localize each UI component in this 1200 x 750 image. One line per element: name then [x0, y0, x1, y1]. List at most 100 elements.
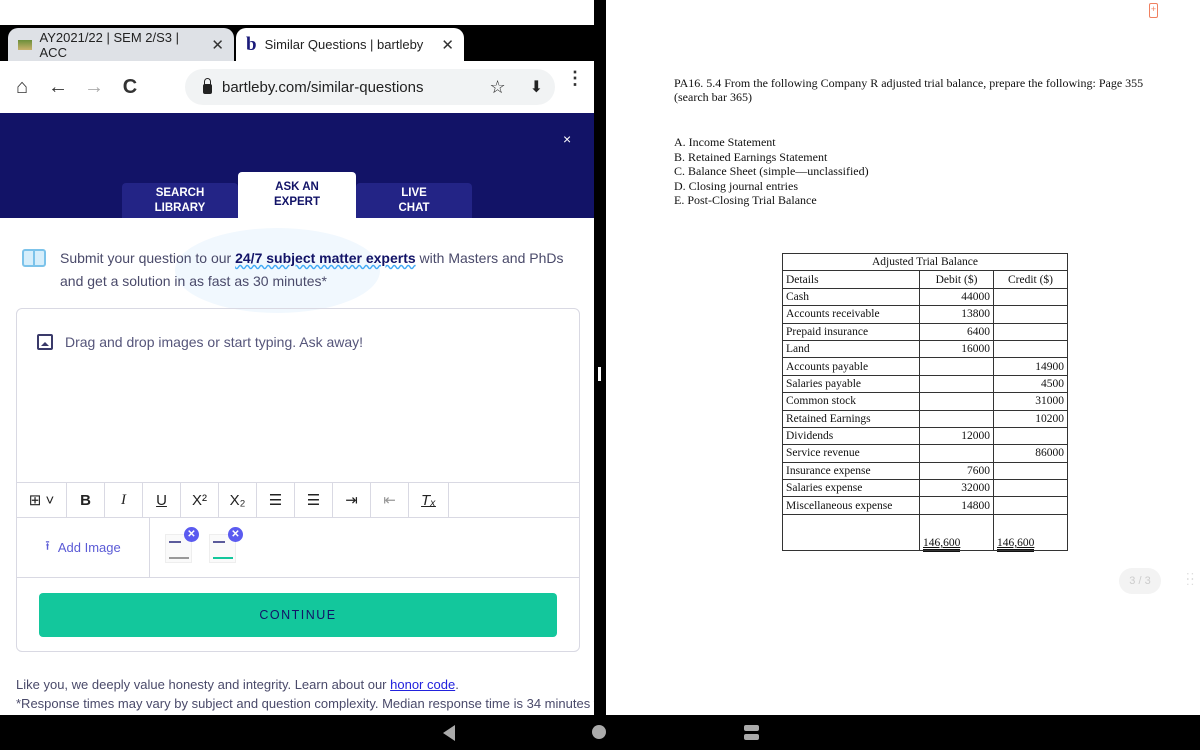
tab-ask-an-expert[interactable]: ASK AN EXPERT	[238, 172, 356, 218]
url-text: bartleby.com/similar-questions	[222, 78, 424, 96]
attachment-thumbnail[interactable]: ✕	[209, 527, 243, 563]
browser-toolbar: ⌂ ← → C bartleby.com/similar-questions ☆…	[0, 61, 594, 113]
outdent-button[interactable]: ⇤	[371, 483, 409, 517]
debit-cell: 14800	[919, 496, 994, 515]
intro-highlight: 24/7 subject matter experts	[235, 250, 416, 266]
tab-label: LIBRARY	[154, 201, 206, 214]
add-image-label: Add Image	[57, 540, 121, 555]
account-name: Prepaid insurance	[782, 322, 920, 341]
bulleted-list-button[interactable]: ☰	[257, 483, 295, 517]
upload-icon: ⭱	[45, 537, 50, 553]
close-tab-icon[interactable]: ✕	[441, 36, 454, 54]
debit-total-value: 146,600	[923, 536, 961, 552]
account-name: Cash	[782, 287, 920, 307]
debit-cell: 32000	[919, 479, 994, 498]
superscript-button[interactable]: X²	[181, 483, 219, 517]
table-row: Service revenue 86000	[782, 444, 1068, 463]
credit-cell: 10200	[993, 409, 1068, 428]
tab-label: CHAT	[398, 201, 430, 214]
bold-button[interactable]: B	[67, 483, 105, 517]
page-indicator: 3 / 3	[1119, 568, 1161, 594]
continue-button[interactable]: CONTINUE	[39, 593, 557, 637]
table-row: Common stock 31000	[782, 392, 1068, 411]
debit-total: 146,600	[919, 513, 994, 552]
credit-cell	[993, 426, 1068, 446]
underline-button[interactable]: U	[143, 483, 181, 517]
nav-home-icon[interactable]	[592, 725, 606, 739]
column-header: Credit ($)	[993, 270, 1068, 289]
bartleby-favicon-icon: b	[246, 33, 257, 55]
nav-back-icon[interactable]	[443, 725, 455, 741]
subscript-button[interactable]: X₂	[219, 483, 257, 517]
task-list: A. Income Statement B. Retained Earnings…	[674, 135, 869, 208]
indent-button[interactable]: ⇥	[333, 483, 371, 517]
table-row: Retained Earnings 10200	[782, 409, 1068, 428]
thumb-line	[213, 557, 233, 559]
debit-cell: 6400	[919, 322, 994, 341]
tab-label: SEARCH	[155, 186, 205, 199]
debit-cell	[919, 392, 994, 411]
credit-cell	[993, 339, 1068, 359]
image-icon	[37, 334, 53, 350]
address-bar[interactable]: bartleby.com/similar-questions ☆ ⬇	[185, 69, 555, 105]
course-favicon-icon	[18, 39, 32, 50]
download-icon[interactable]: ⬇	[530, 77, 543, 97]
tab-label: LIVE	[401, 186, 427, 199]
tab-bartleby[interactable]: b Similar Questions | bartleby ✕	[236, 28, 464, 61]
task-item: E. Post-Closing Trial Balance	[674, 193, 817, 208]
italic-button[interactable]: I	[105, 483, 143, 517]
table-row: Salaries payable 4500	[782, 374, 1068, 394]
attachment-thumbnail[interactable]: ✕	[165, 527, 199, 563]
nav-recents-icon[interactable]	[744, 725, 759, 740]
mode-banner: × SEARCH LIBRARY ASK AN EXPERT LIVE CHAT	[0, 113, 594, 218]
debit-cell	[919, 444, 994, 463]
tab-strip: AY2021/22 | SEM 2/S3 | ACC ✕ b Similar Q…	[0, 25, 594, 61]
home-icon[interactable]: ⌂	[4, 76, 40, 99]
task-item: D. Closing journal entries	[674, 178, 798, 193]
debit-cell: 12000	[919, 426, 994, 446]
clear-format-button[interactable]: Tₓ	[409, 483, 449, 517]
battery-icon: +	[1149, 3, 1158, 18]
intro-prefix: Submit your question to our	[60, 250, 236, 266]
account-name: Service revenue	[782, 444, 920, 463]
tab-live-chat[interactable]: LIVE CHAT	[356, 183, 472, 218]
tab-title: Similar Questions | bartleby	[264, 37, 424, 52]
split-screen-divider[interactable]	[594, 25, 606, 715]
column-header: Details	[782, 270, 920, 289]
credit-cell	[993, 305, 1068, 324]
account-name: Retained Earnings	[782, 409, 920, 428]
reload-icon[interactable]: C	[112, 76, 148, 99]
remove-attachment-icon[interactable]: ✕	[184, 527, 199, 542]
bookmark-star-icon[interactable]: ☆	[489, 77, 505, 98]
account-name: Accounts receivable	[782, 305, 920, 324]
menu-icon[interactable]: ⋮	[566, 69, 584, 87]
close-banner-icon[interactable]: ×	[563, 131, 571, 147]
intro-text: Submit your question to our 24/7 subject…	[60, 247, 580, 293]
editor-placeholder-row[interactable]: Drag and drop images or start typing. As…	[37, 334, 363, 350]
table-dropdown-button[interactable]: ⊞ ˅	[17, 483, 67, 517]
remove-attachment-icon[interactable]: ✕	[228, 527, 243, 542]
honor-code-link[interactable]: honor code	[390, 677, 455, 692]
honesty-text: Like you, we deeply value honesty and in…	[16, 677, 391, 692]
debit-cell: 16000	[919, 339, 994, 359]
close-tab-icon[interactable]: ✕	[211, 36, 224, 54]
credit-cell: 86000	[993, 444, 1068, 463]
credit-cell	[993, 496, 1068, 515]
tab-title: AY2021/22 | SEM 2/S3 | ACC	[39, 29, 179, 60]
totals-row: 146,600 146,600	[782, 513, 1068, 552]
drag-grip-icon[interactable]: ::::	[1186, 569, 1195, 587]
credit-cell	[993, 479, 1068, 498]
question-editor[interactable]: Drag and drop images or start typing. As…	[16, 308, 580, 652]
add-image-button[interactable]: ⭱ Add Image	[17, 518, 150, 577]
tab-course[interactable]: AY2021/22 | SEM 2/S3 | ACC ✕	[8, 28, 234, 61]
book-icon	[22, 249, 46, 267]
tab-search-library[interactable]: SEARCH LIBRARY	[122, 183, 238, 218]
honesty-note: Like you, we deeply value honesty and in…	[16, 677, 459, 692]
trial-balance-table: Adjusted Trial Balance Details Debit ($)…	[782, 252, 1068, 552]
back-icon[interactable]: ←	[40, 76, 76, 99]
android-nav-bar	[0, 715, 1200, 750]
debit-cell	[919, 374, 994, 394]
divider-handle[interactable]	[598, 367, 601, 381]
forward-icon[interactable]: →	[76, 76, 112, 99]
numbered-list-button[interactable]: ☰	[295, 483, 333, 517]
